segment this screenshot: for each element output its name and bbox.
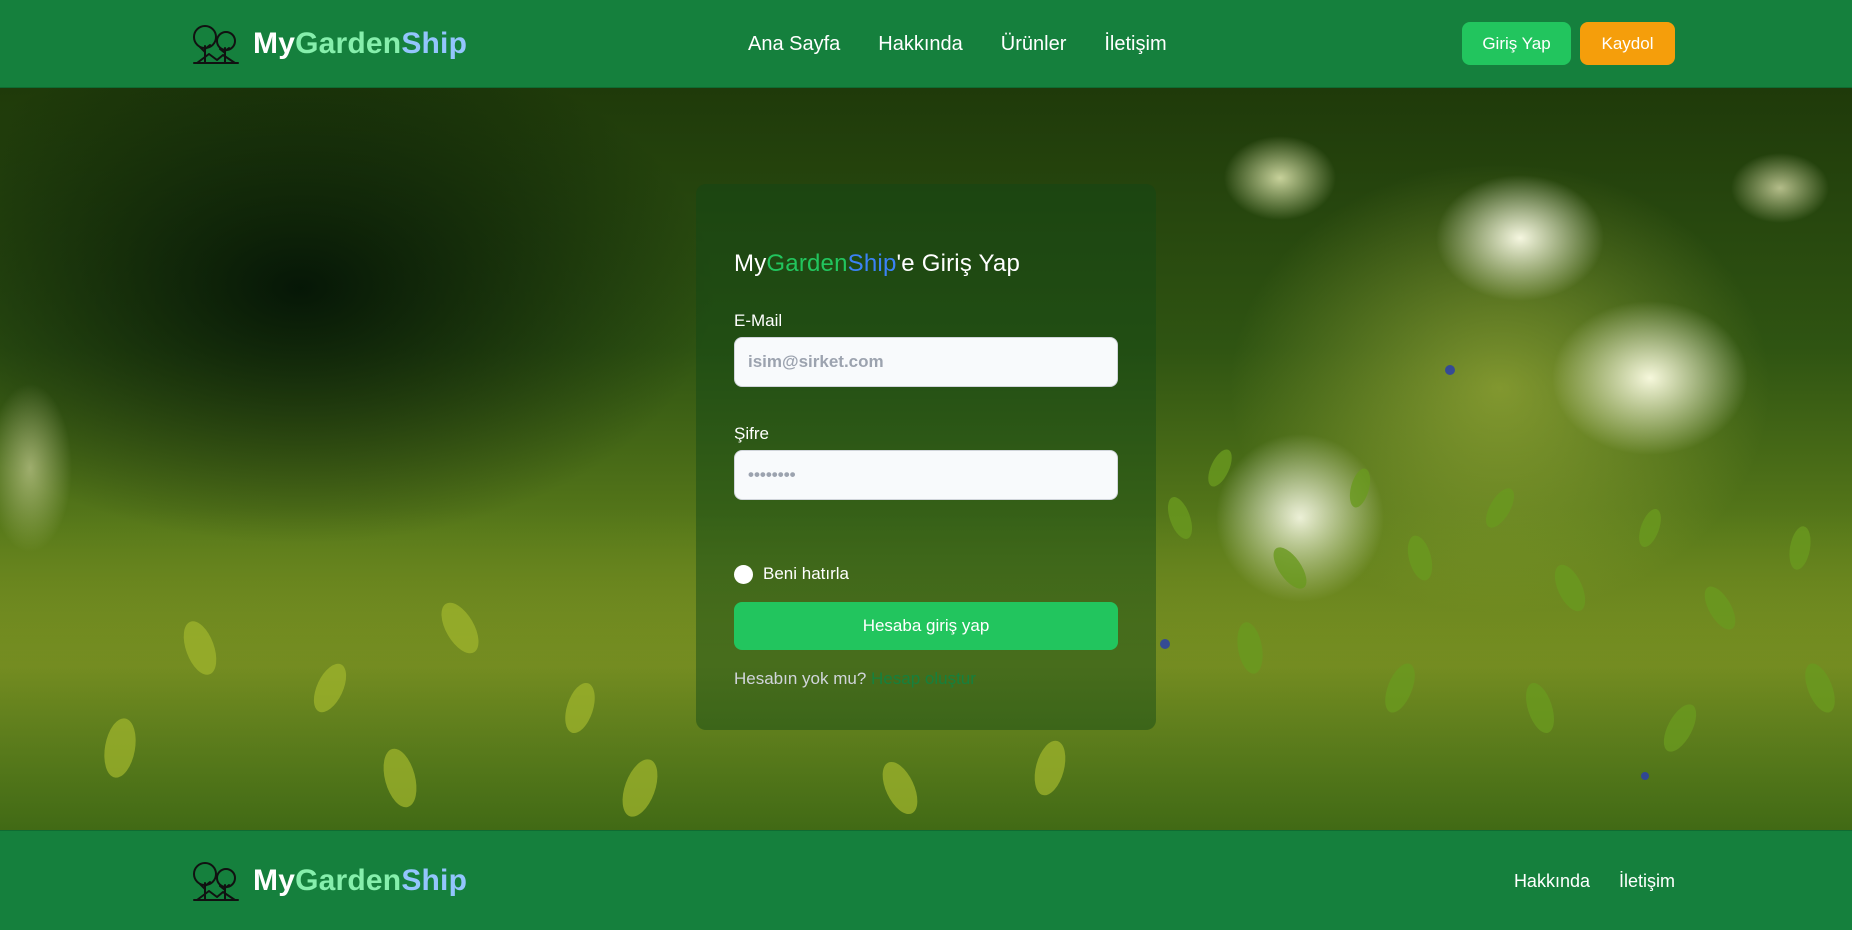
header-login-button[interactable]: Giriş Yap [1462,22,1571,65]
brand-name: MyGardenShip [253,27,468,60]
nav-home[interactable]: Ana Sayfa [748,33,840,56]
site-header: MyGardenShip Ana Sayfa Hakkında Ürünler … [0,0,1852,88]
nav-about[interactable]: Hakkında [878,33,963,56]
nav-contact[interactable]: İletişim [1104,33,1166,56]
two-trees-icon [193,25,239,64]
two-trees-icon [193,862,239,901]
footer-brand-name: MyGardenShip [253,864,468,897]
footer-link-about[interactable]: Hakkında [1514,871,1590,892]
login-submit-button[interactable]: Hesaba giriş yap [734,602,1118,650]
password-label: Şifre [734,424,769,443]
login-title: MyGardenShip'e Giriş Yap [734,250,1020,277]
remember-me-label: Beni hatırla [763,564,849,583]
email-label: E-Mail [734,311,783,330]
brand-link[interactable]: MyGardenShip [191,22,467,66]
create-account-link[interactable]: Hesap oluştur [871,669,976,688]
footer-nav: Hakkında İletişim [1485,831,1675,930]
login-card: MyGardenShip'e Giriş Yap E-Mail Şifre Be… [696,184,1156,730]
email-field[interactable] [734,337,1118,387]
footer-brand-link[interactable]: MyGardenShip [191,859,467,903]
site-footer: MyGardenShip Hakkında İletişim [0,830,1852,930]
hero-background: MyGardenShip'e Giriş Yap E-Mail Şifre Be… [0,88,1852,830]
nav-products[interactable]: Ürünler [1001,33,1067,56]
footer-link-contact[interactable]: İletişim [1619,871,1675,892]
main-nav: Ana Sayfa Hakkında Ürünler İletişim [748,0,1167,88]
remember-me: Beni hatırla [734,564,849,584]
signup-question: Hesabın yok mu? [734,669,867,688]
password-field[interactable] [734,450,1118,500]
header-register-button[interactable]: Kaydol [1580,22,1675,65]
signup-prompt: Hesabın yok mu? Hesap oluştur [734,669,976,689]
remember-me-checkbox[interactable] [734,564,753,584]
